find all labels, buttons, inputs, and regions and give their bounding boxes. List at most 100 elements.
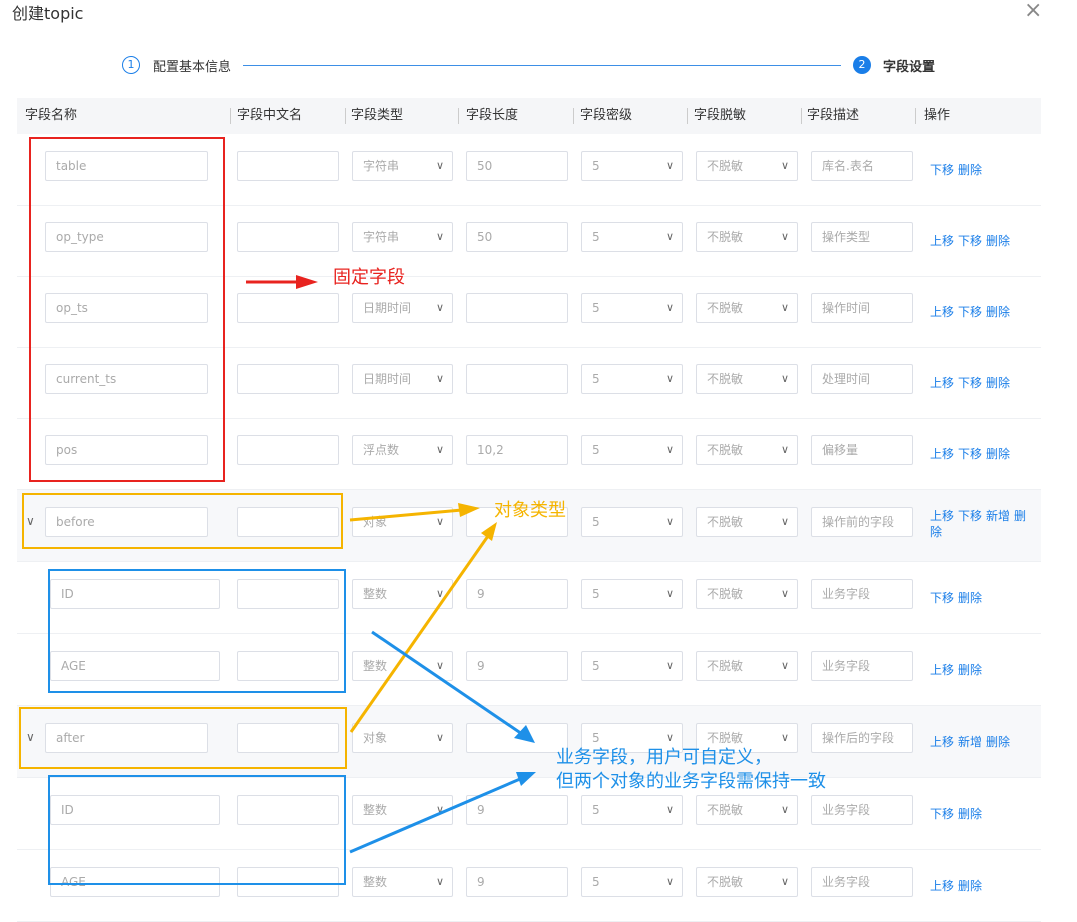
row-action-link[interactable]: 删除	[986, 305, 1010, 319]
field-level-select[interactable]: 5 ∨	[581, 795, 683, 825]
field-mask-select[interactable]: 不脱敏 ∨	[696, 795, 798, 825]
column-divider	[687, 108, 688, 124]
field-length-input[interactable]: 10,2	[466, 435, 568, 465]
row-action-link[interactable]: 上移	[930, 879, 954, 893]
field-level-select[interactable]: 5 ∨	[581, 435, 683, 465]
field-desc-input[interactable]: 操作后的字段	[811, 723, 913, 753]
row-action-link[interactable]: 删除	[986, 376, 1010, 390]
row-action-link[interactable]: 下移	[930, 807, 954, 821]
row-actions: 下移 删除	[930, 162, 986, 178]
field-type-select[interactable]: 日期时间 ∨	[352, 364, 453, 394]
field-length-input[interactable]: 9	[466, 651, 568, 681]
field-level-select[interactable]: 5 ∨	[581, 222, 683, 252]
field-type-select[interactable]: 浮点数 ∨	[352, 435, 453, 465]
row-action-link[interactable]: 删除	[986, 447, 1010, 461]
field-length-input[interactable]: 50	[466, 222, 568, 252]
row-action-link[interactable]: 下移	[958, 509, 982, 523]
field-type-select[interactable]: 整数 ∨	[352, 795, 453, 825]
row-action-link[interactable]: 上移	[930, 735, 954, 749]
field-desc-input[interactable]: 偏移量	[811, 435, 913, 465]
field-level-select[interactable]: 5 ∨	[581, 364, 683, 394]
field-cn-name-input[interactable]	[237, 293, 339, 323]
column-header: 字段密级	[580, 108, 633, 123]
field-level-select[interactable]: 5 ∨	[581, 507, 683, 537]
field-length-input[interactable]: 50	[466, 151, 568, 181]
field-length-input[interactable]	[466, 723, 568, 753]
field-desc-input[interactable]: 操作前的字段	[811, 507, 913, 537]
field-cn-name-input[interactable]	[237, 151, 339, 181]
row-action-link[interactable]: 删除	[958, 663, 982, 677]
field-desc-input[interactable]: 库名.表名	[811, 151, 913, 181]
field-mask-select[interactable]: 不脱敏 ∨	[696, 867, 798, 897]
chevron-down-icon: ∨	[435, 301, 444, 314]
row-action-link[interactable]: 删除	[986, 234, 1010, 248]
field-desc-input[interactable]: 业务字段	[811, 651, 913, 681]
field-desc-input[interactable]: 业务字段	[811, 867, 913, 897]
row-action-link[interactable]: 上移	[930, 376, 954, 390]
field-mask-select[interactable]: 不脱敏 ∨	[696, 222, 798, 252]
row-action-link[interactable]: 删除	[958, 591, 982, 605]
field-length-input[interactable]	[466, 364, 568, 394]
field-desc-input[interactable]: 业务字段	[811, 579, 913, 609]
field-type-select[interactable]: 对象 ∨	[352, 723, 453, 753]
step-2-indicator: 2	[853, 56, 871, 74]
row-action-link[interactable]: 删除	[986, 735, 1010, 749]
field-type-select[interactable]: 整数 ∨	[352, 867, 453, 897]
row-action-link[interactable]: 下移	[958, 447, 982, 461]
field-length-input[interactable]	[466, 293, 568, 323]
row-action-link[interactable]: 上移	[930, 234, 954, 248]
field-desc-input[interactable]: 操作类型	[811, 222, 913, 252]
row-action-link[interactable]: 上移	[930, 663, 954, 677]
after-object-box	[19, 707, 347, 769]
field-level-select[interactable]: 5 ∨	[581, 867, 683, 897]
row-action-link[interactable]: 删除	[958, 807, 982, 821]
field-cn-name-input[interactable]	[237, 435, 339, 465]
field-level-select[interactable]: 5 ∨	[581, 651, 683, 681]
field-mask-select[interactable]: 不脱敏 ∨	[696, 435, 798, 465]
field-level-select[interactable]: 5 ∨	[581, 151, 683, 181]
row-action-link[interactable]: 新增	[958, 735, 982, 749]
field-type-select[interactable]: 整数 ∨	[352, 579, 453, 609]
row-actions: 上移 下移 新增 删除	[930, 508, 1038, 540]
field-mask-select[interactable]: 不脱敏 ∨	[696, 293, 798, 323]
field-length-input[interactable]: 9	[466, 795, 568, 825]
row-action-link[interactable]: 删除	[958, 163, 982, 177]
field-level-select[interactable]: 5 ∨	[581, 579, 683, 609]
field-type-select[interactable]: 对象 ∨	[352, 507, 453, 537]
field-mask-select[interactable]: 不脱敏 ∨	[696, 151, 798, 181]
field-desc-input[interactable]: 处理时间	[811, 364, 913, 394]
close-icon[interactable]: ×	[1024, 0, 1042, 23]
field-mask-select[interactable]: 不脱敏 ∨	[696, 364, 798, 394]
field-level-select[interactable]: 5 ∨	[581, 293, 683, 323]
after-business-box	[48, 775, 346, 885]
field-mask-select[interactable]: 不脱敏 ∨	[696, 507, 798, 537]
row-action-link[interactable]: 下移	[958, 376, 982, 390]
row-action-link[interactable]: 新增	[986, 509, 1010, 523]
chevron-down-icon: ∨	[665, 515, 674, 528]
field-mask-select[interactable]: 不脱敏 ∨	[696, 651, 798, 681]
row-action-link[interactable]: 上移	[930, 447, 954, 461]
field-mask-select[interactable]: 不脱敏 ∨	[696, 579, 798, 609]
row-action-link[interactable]: 下移	[930, 163, 954, 177]
field-cn-name-input[interactable]	[237, 364, 339, 394]
row-action-link[interactable]: 下移	[958, 305, 982, 319]
chevron-down-icon: ∨	[780, 443, 789, 456]
field-desc-input[interactable]: 操作时间	[811, 293, 913, 323]
row-action-link[interactable]: 删除	[958, 879, 982, 893]
row-action-link[interactable]: 下移	[930, 591, 954, 605]
row-actions: 上移 删除	[930, 662, 986, 678]
field-length-input[interactable]: 9	[466, 579, 568, 609]
row-action-link[interactable]: 上移	[930, 305, 954, 319]
field-type-select[interactable]: 整数 ∨	[352, 651, 453, 681]
field-cn-name-input[interactable]	[237, 222, 339, 252]
row-action-link[interactable]: 下移	[958, 234, 982, 248]
field-type-select[interactable]: 日期时间 ∨	[352, 293, 453, 323]
fixed-fields-box	[29, 137, 225, 482]
chevron-down-icon: ∨	[435, 731, 444, 744]
field-type-select[interactable]: 字符串 ∨	[352, 151, 453, 181]
step-1-label: 配置基本信息	[153, 60, 232, 75]
field-type-select[interactable]: 字符串 ∨	[352, 222, 453, 252]
field-desc-input[interactable]: 业务字段	[811, 795, 913, 825]
field-length-input[interactable]: 9	[466, 867, 568, 897]
row-action-link[interactable]: 上移	[930, 509, 954, 523]
